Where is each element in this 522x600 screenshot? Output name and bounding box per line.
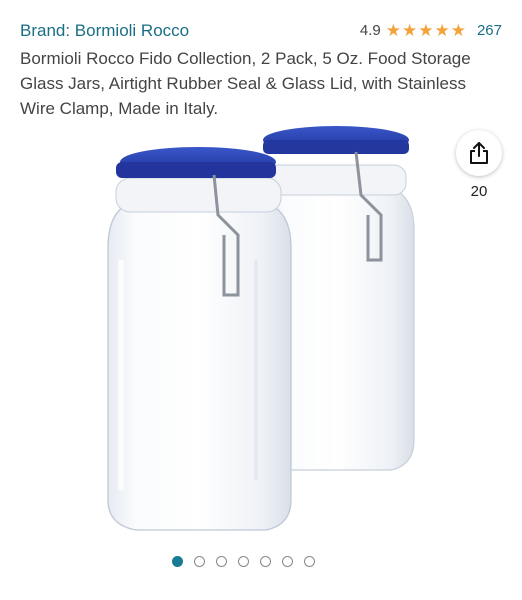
pagination-dot[interactable] [304,556,315,567]
product-title: Bormioli Rocco Fido Collection, 2 Pack, … [20,49,471,118]
star-icon: ★ [434,21,450,40]
star-icon: ★ [450,21,466,40]
pagination-dot[interactable] [216,556,227,567]
image-pagination [172,556,315,567]
pagination-dot[interactable] [260,556,271,567]
star-rating: ★ ★ ★ ★ ★ [386,22,466,39]
pagination-dot[interactable] [194,556,205,567]
rating[interactable]: 4.9 ★ ★ ★ ★ ★ 267 [360,22,502,39]
share-icon [470,142,488,164]
pagination-dot[interactable] [282,556,293,567]
pagination-dot[interactable] [238,556,249,567]
star-icon: ★ [401,21,418,40]
product-header: Brand: Bormioli Rocco 4.9 ★ ★ ★ ★ ★ 267 … [20,18,510,128]
review-count-link[interactable]: 267 [477,22,502,39]
star-icon: ★ [418,21,434,40]
product-image[interactable] [96,120,436,540]
brand-link[interactable]: Brand: Bormioli Rocco [20,21,189,41]
share-count: 20 [470,183,488,200]
star-icon: ★ [385,21,401,40]
front-jar [107,147,292,531]
share-button[interactable] [456,130,502,176]
rating-value: 4.9 [359,22,381,39]
pagination-dot[interactable] [172,556,183,567]
